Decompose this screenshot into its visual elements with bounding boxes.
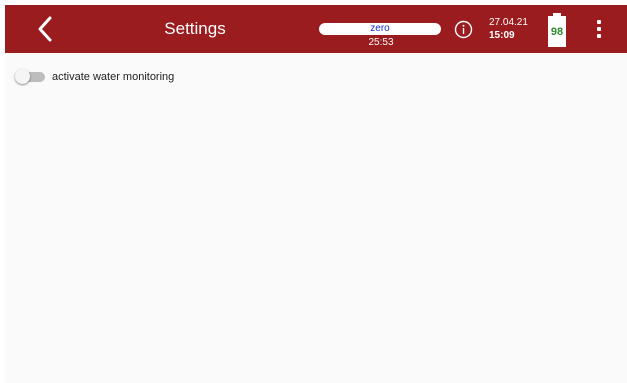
info-circle-icon <box>454 20 473 39</box>
back-button[interactable] <box>27 13 63 45</box>
info-button[interactable] <box>454 20 473 39</box>
settings-screen: Settings zero 25:53 27.04.21 15:09 98 ac… <box>5 5 627 383</box>
water-monitoring-setting: activate water monitoring <box>13 68 174 86</box>
more-vertical-icon[interactable] <box>589 17 609 41</box>
battery-indicator: 98 <box>548 13 566 47</box>
chevron-left-icon <box>38 16 52 42</box>
date-display: 27.04.21 <box>489 17 528 28</box>
zero-status-pill[interactable]: zero <box>319 23 441 35</box>
toggle-thumb <box>15 69 30 84</box>
app-header: Settings zero 25:53 27.04.21 15:09 98 <box>5 5 627 53</box>
battery-level: 98 <box>550 26 564 38</box>
page-title: Settings <box>164 19 226 38</box>
battery-body: 98 <box>548 16 566 47</box>
water-monitoring-label: activate water monitoring <box>52 71 175 83</box>
timer-display: 25:53 <box>368 37 394 48</box>
water-monitoring-toggle[interactable] <box>13 68 47 86</box>
time-display: 15:09 <box>489 30 515 41</box>
